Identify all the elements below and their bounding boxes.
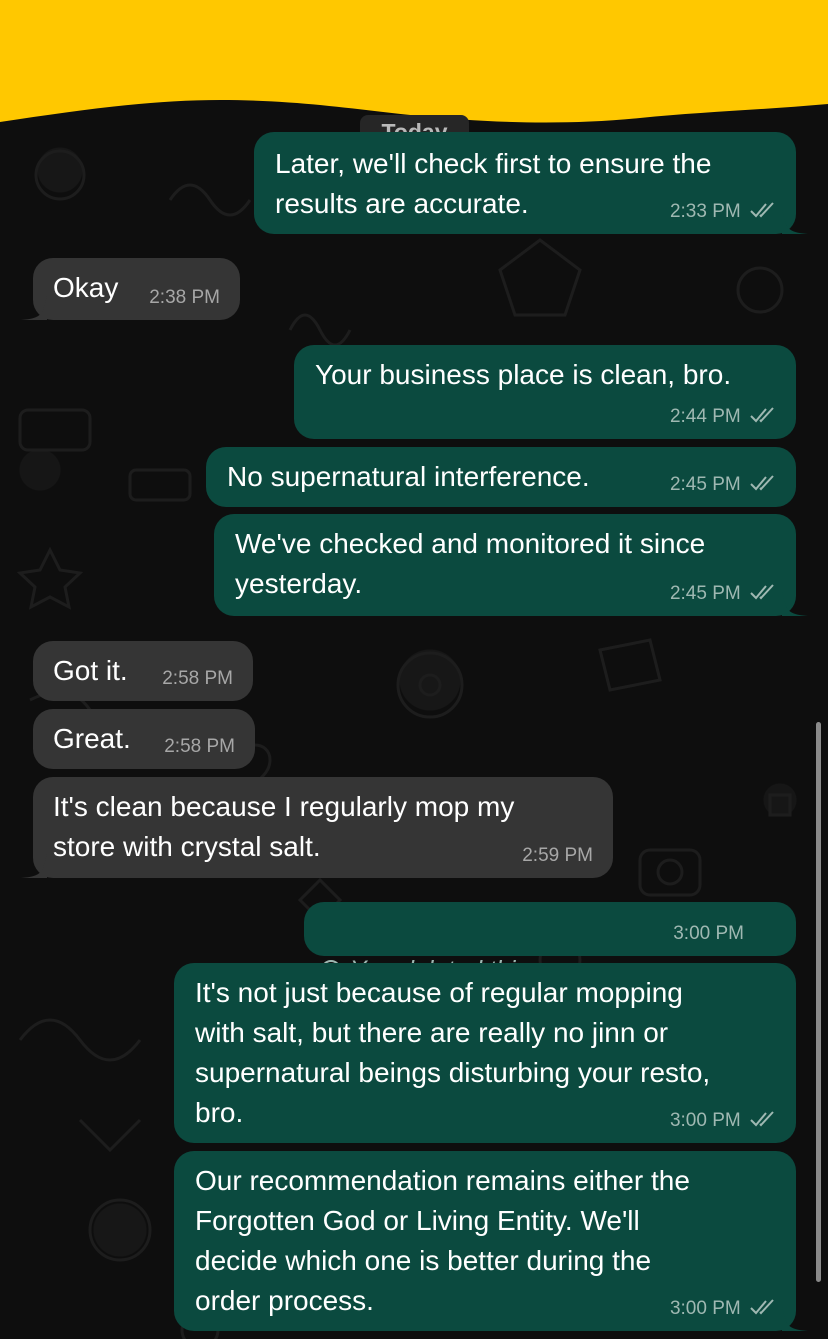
bubble-tail: [21, 296, 47, 320]
message-text: It's not just because of regular mopping…: [195, 977, 711, 1128]
message-bubble-outgoing[interactable]: Your business place is clean, bro. 2:44 …: [294, 345, 796, 439]
message-meta: 3:00 PM: [670, 1111, 778, 1131]
message-meta: 2:33 PM: [670, 202, 778, 222]
scrollbar[interactable]: [816, 722, 821, 1282]
message-bubble-outgoing[interactable]: No supernatural interference. 2:45 PM: [206, 447, 796, 507]
message-time: 3:00 PM: [669, 1110, 741, 1131]
double-check-icon: [750, 584, 774, 600]
message-bubble-incoming[interactable]: It's clean because I regularly mop my st…: [21, 777, 613, 878]
message-meta: 3:00 PM: [670, 1299, 778, 1319]
message-bubble-incoming[interactable]: Great. 2:58 PM: [33, 709, 255, 769]
double-check-icon: [750, 475, 774, 491]
message-time: 2:45 PM: [669, 474, 741, 495]
message-text: Our recommendation remains either the Fo…: [195, 1165, 690, 1316]
message-time: 2:58 PM: [164, 736, 235, 757]
yellow-banner: [0, 0, 828, 123]
double-check-icon: [750, 202, 774, 218]
message-time: 2:58 PM: [162, 668, 233, 689]
message-time: 2:38 PM: [149, 287, 220, 308]
bubble-tail: [782, 210, 808, 234]
bubble-tail: [782, 592, 808, 616]
message-time: 3:00 PM: [669, 1298, 741, 1319]
message-bubble-outgoing[interactable]: Our recommendation remains either the Fo…: [174, 1151, 808, 1331]
message-time: 2:59 PM: [522, 845, 593, 866]
message-meta: 2:44 PM: [670, 407, 778, 427]
double-check-icon: [750, 1299, 774, 1315]
message-meta: 2:45 PM: [670, 584, 778, 604]
double-check-icon: [750, 407, 774, 423]
message-bubble-incoming[interactable]: Okay 2:38 PM: [21, 258, 240, 320]
message-bubble-outgoing[interactable]: It's not just because of regular mopping…: [174, 963, 796, 1143]
message-meta: 2:45 PM: [670, 475, 778, 495]
message-time: 3:00 PM: [673, 923, 744, 944]
message-bubble-outgoing[interactable]: Later, we'll check first to ensure the r…: [254, 132, 808, 234]
message-time: 2:45 PM: [669, 583, 741, 604]
message-time: 2:33 PM: [669, 201, 741, 222]
message-bubble-incoming[interactable]: Got it. 2:58 PM: [33, 641, 253, 701]
message-time: 2:44 PM: [669, 406, 741, 427]
bubble-tail: [782, 1307, 808, 1331]
bubble-tail: [21, 854, 47, 878]
message-text: Your business place is clean, bro.: [315, 359, 732, 390]
deleted-message-bubble[interactable]: You deleted this message. 3:00 PM: [304, 902, 796, 984]
double-check-icon: [750, 1111, 774, 1127]
message-bubble-outgoing[interactable]: We've checked and monitored it since yes…: [214, 514, 808, 616]
